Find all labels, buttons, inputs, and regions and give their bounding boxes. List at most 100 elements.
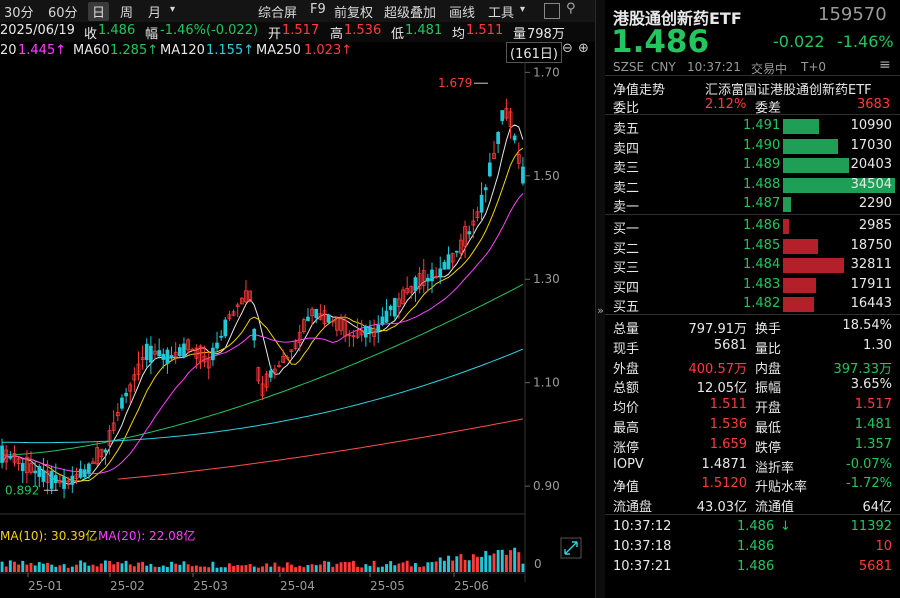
volume-bar	[459, 554, 462, 572]
ma60-value: 1.285↑	[110, 43, 158, 58]
low-label: 低	[391, 23, 404, 42]
stat-label: 现手	[613, 338, 639, 357]
expand-arrows-icon[interactable]	[561, 538, 581, 558]
tick-volume: 10	[875, 539, 892, 554]
ask-level-row[interactable]: 卖五1.49110990	[605, 116, 900, 137]
volume-bar	[410, 566, 413, 572]
period-30min[interactable]: 30分	[4, 2, 34, 21]
bid-level-row[interactable]: 买三1.48432811	[605, 255, 900, 276]
volume-bar	[100, 564, 103, 572]
button-tools[interactable]: 工具	[488, 2, 514, 21]
volume-bar	[331, 567, 334, 572]
bid-label: 买二	[613, 238, 639, 257]
ask-volume: 2290	[859, 196, 892, 211]
volume-bar	[389, 561, 392, 572]
weibi-row: 委比 2.12% 委差 3683	[605, 95, 900, 116]
caret-down-icon[interactable]: ▾	[520, 4, 525, 15]
volume-bar	[133, 566, 136, 572]
ma20-value: 1.445↑	[18, 43, 66, 58]
ask-level-row[interactable]: 卖三1.48920403	[605, 155, 900, 176]
volume-bar	[381, 567, 384, 572]
quote-time: 10:37:21	[687, 60, 741, 74]
candle-body	[87, 464, 90, 472]
ask-volume: 20403	[851, 157, 892, 172]
ask-level-row[interactable]: 卖四1.49017030	[605, 136, 900, 157]
x-tick-label: 25-06	[454, 579, 489, 593]
bid-level-row[interactable]: 买二1.48518750	[605, 236, 900, 257]
stat-value: 397.33万	[834, 358, 893, 377]
volume-bar	[464, 560, 467, 572]
candle-body	[468, 232, 471, 234]
volume-bar	[373, 561, 376, 572]
volume-bar	[137, 563, 140, 572]
volume-bar	[191, 566, 194, 572]
button-draw-line[interactable]: 画线	[449, 2, 475, 21]
button-composite-screen[interactable]: 综合屏	[258, 2, 297, 21]
volume-bar	[488, 555, 491, 572]
ask-level-row[interactable]: 卖二1.48834504	[605, 175, 900, 196]
bid-volume-bar	[783, 278, 816, 293]
candle-body	[369, 327, 372, 332]
collapse-toggle[interactable]: »	[596, 304, 605, 317]
period-60min[interactable]: 60分	[48, 2, 78, 21]
high-value: 1.536	[344, 23, 381, 38]
volume-bar	[261, 566, 264, 572]
button-forward-adjust[interactable]: 前复权	[334, 2, 373, 21]
plus-icon[interactable]: ⊕	[578, 41, 589, 56]
stats-row: IOPV1.4871溢折率-0.07%	[605, 455, 900, 476]
bid-level-row[interactable]: 买四1.48317911	[605, 275, 900, 296]
button-f9[interactable]: F9	[310, 2, 326, 17]
stat-value: 64亿	[862, 496, 892, 515]
price-change-pct: -1.46%	[837, 32, 894, 51]
period-month[interactable]: 月	[148, 2, 161, 21]
period-week[interactable]: 周	[120, 2, 133, 21]
bid-level-row[interactable]: 买一1.4862985	[605, 216, 900, 237]
caret-down-icon[interactable]: ▾	[170, 4, 175, 15]
stat-label: 流通值	[755, 496, 794, 515]
stat-value: 1.511	[710, 397, 747, 412]
candle-body	[79, 469, 82, 477]
button-super-overlay[interactable]: 超级叠加	[384, 2, 436, 21]
volume-bar	[58, 565, 61, 572]
candle-body	[393, 298, 396, 316]
change-label: 幅	[145, 23, 158, 42]
bid-level-row[interactable]: 买五1.48216443	[605, 294, 900, 315]
minus-icon[interactable]: ⊖	[562, 41, 573, 56]
candlestick-chart[interactable]: 1.701.501.301.100.90 25-0125-0225-0325-0…	[0, 62, 595, 598]
candle-body	[381, 317, 384, 324]
period-day[interactable]: 日	[88, 2, 109, 21]
candle-body	[170, 355, 173, 357]
volume-bar	[236, 565, 239, 572]
volume-bar	[149, 564, 152, 572]
volume-bar	[249, 564, 252, 572]
ma60-label: MA60	[73, 43, 110, 58]
volume-bar	[253, 567, 256, 572]
ma250-value: 1.023↑	[304, 43, 352, 58]
tick-price: 1.486	[737, 559, 774, 574]
ask-volume: 10990	[851, 118, 892, 133]
volume-bar	[79, 560, 82, 572]
volume-bar	[38, 562, 41, 572]
ma-info-line: 20 1.445↑ MA60 1.285↑ MA120 1.155↑ MA250…	[0, 42, 596, 62]
volume-bar	[356, 567, 359, 572]
hamburger-menu-icon[interactable]: ≡	[879, 57, 891, 73]
weicha-value: 3683	[857, 97, 890, 112]
volume-bar	[369, 566, 372, 572]
volume-bar	[245, 565, 248, 572]
ask-price: 1.491	[743, 118, 780, 133]
volume-bar	[327, 562, 330, 572]
pin-icon[interactable]: ⚲	[566, 1, 576, 16]
volume-bar	[298, 566, 301, 572]
candle-body	[327, 315, 330, 322]
bid-label: 买三	[613, 257, 639, 276]
stat-value: -1.72%	[846, 476, 892, 491]
candle-body	[183, 344, 186, 357]
volume-bar	[174, 564, 177, 572]
volume-bar	[224, 567, 227, 572]
vol-value: 798万	[527, 23, 565, 42]
book-icon[interactable]	[544, 3, 560, 19]
days-button[interactable]: (161日)	[506, 42, 562, 63]
ask-level-row[interactable]: 卖一1.4872290	[605, 194, 900, 215]
bid-volume-bar	[783, 258, 844, 273]
stat-value: 1.517	[855, 397, 892, 412]
